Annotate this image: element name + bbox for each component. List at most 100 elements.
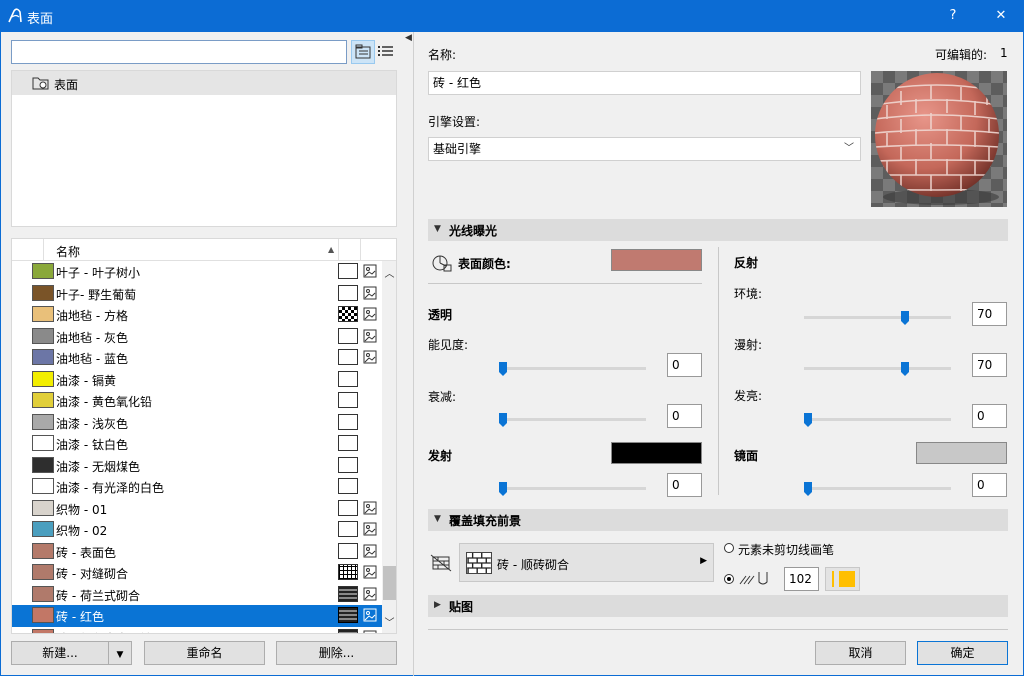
attenuation-input[interactable]: 0 bbox=[667, 404, 702, 428]
delete-button[interactable]: 删除... bbox=[276, 641, 397, 665]
texture-image-icon bbox=[363, 565, 377, 579]
list-item[interactable]: 油地毡 - 方格 bbox=[12, 304, 382, 326]
search-input[interactable] bbox=[11, 40, 347, 64]
surface-name-field[interactable]: 砖 - 红色 bbox=[428, 71, 861, 95]
column-separator bbox=[360, 239, 361, 261]
list-item-name: 叶子- 野生葡萄 bbox=[56, 287, 137, 302]
emission-slider[interactable] bbox=[499, 487, 646, 490]
ambient-input[interactable]: 70 bbox=[972, 302, 1007, 326]
shine-label: 发亮: bbox=[734, 389, 763, 403]
shine-slider[interactable] bbox=[804, 418, 951, 421]
texture-image-icon bbox=[363, 350, 377, 364]
section-fill-header[interactable]: ▼ 覆盖填充前景 bbox=[428, 509, 1008, 531]
radio-uncut-pen-label: 元素未剪切线画笔 bbox=[738, 543, 835, 557]
rename-button[interactable]: 重命名 bbox=[144, 641, 265, 665]
surface-color-picker-icon[interactable] bbox=[431, 253, 453, 273]
visibility-slider-thumb[interactable] bbox=[499, 362, 507, 376]
scroll-up-icon[interactable]: ︿ bbox=[382, 265, 396, 280]
section-texture-header[interactable]: ▶ 贴图 bbox=[428, 595, 1008, 617]
list-item[interactable]: 油漆 - 浅灰色 bbox=[12, 412, 382, 434]
list-view-button[interactable] bbox=[375, 40, 399, 64]
emission-slider-thumb[interactable] bbox=[499, 482, 507, 496]
specular-input[interactable]: 0 bbox=[972, 473, 1007, 497]
list-item[interactable]: 油漆 - 无烟煤色 bbox=[12, 455, 382, 477]
emission-input[interactable]: 0 bbox=[667, 473, 702, 497]
close-button[interactable]: ✕ bbox=[978, 0, 1024, 32]
help-button[interactable]: ? bbox=[930, 0, 976, 32]
section-light-header[interactable]: ▼ 光线曝光 bbox=[428, 219, 1008, 241]
new-button[interactable]: 新建... bbox=[11, 641, 109, 665]
tree-item-root[interactable]: 表面 bbox=[12, 71, 396, 95]
column-separator bbox=[43, 239, 44, 261]
folder-view-icon bbox=[355, 44, 371, 59]
list-item-name: 砖 - 对缝砌合 bbox=[56, 567, 128, 581]
shine-slider-thumb[interactable] bbox=[804, 413, 812, 427]
name-label: 名称: bbox=[428, 48, 457, 62]
fill-pattern-icon bbox=[338, 349, 358, 365]
color-swatch bbox=[32, 478, 54, 494]
color-swatch bbox=[32, 435, 54, 451]
color-swatch bbox=[32, 585, 54, 602]
ambient-slider-thumb[interactable] bbox=[901, 311, 910, 325]
attenuation-slider-thumb[interactable] bbox=[499, 413, 507, 427]
brick-sphere-preview bbox=[871, 71, 1007, 207]
expand-down-icon: ▼ bbox=[434, 224, 441, 234]
diffuse-input[interactable]: 70 bbox=[972, 353, 1007, 377]
list-item[interactable]: 砖 - 对缝砌合 bbox=[12, 562, 382, 584]
ok-button[interactable]: 确定 bbox=[917, 641, 1008, 665]
list-item[interactable]: 砖 - 红色大宽砌缝 bbox=[12, 627, 382, 634]
list-item[interactable]: 油地毡 - 灰色 bbox=[12, 326, 382, 348]
diffuse-slider[interactable] bbox=[804, 367, 951, 370]
editable-count: 1 bbox=[1000, 46, 1008, 60]
list-item[interactable]: 砖 - 红色 bbox=[12, 605, 382, 627]
list-item[interactable]: 砖 - 表面色 bbox=[12, 541, 382, 563]
surface-color-label: 表面颜色: bbox=[458, 257, 511, 271]
cancel-button[interactable]: 取消 bbox=[815, 641, 906, 665]
list-item[interactable]: 油漆 - 有光泽的白色 bbox=[12, 476, 382, 498]
texture-image-icon bbox=[363, 587, 377, 600]
scroll-thumb[interactable] bbox=[383, 566, 396, 600]
list-item[interactable]: 油地毡 - 蓝色 bbox=[12, 347, 382, 369]
list-item-name: 油漆 - 黄色氧化铅 bbox=[56, 395, 152, 409]
folder-view-button[interactable] bbox=[351, 40, 375, 64]
list-item[interactable]: 油漆 - 镉黄 bbox=[12, 369, 382, 391]
ambient-slider[interactable] bbox=[804, 316, 951, 319]
list-item[interactable]: 织物 - 02 bbox=[12, 519, 382, 541]
color-swatch bbox=[32, 456, 54, 473]
radio-pen-custom[interactable] bbox=[724, 574, 734, 584]
chevron-right-icon: ▶ bbox=[700, 556, 707, 566]
diffuse-slider-thumb[interactable] bbox=[901, 362, 910, 376]
emission-color-swatch[interactable] bbox=[611, 442, 702, 464]
engine-select-value: 基础引擎 bbox=[433, 142, 482, 156]
cover-fill-select[interactable]: 砖 - 顺砖砌合 ▶ bbox=[459, 543, 714, 582]
specular-slider[interactable] bbox=[804, 487, 951, 490]
list-item[interactable]: 砖 - 荷兰式砌合 bbox=[12, 584, 382, 606]
scroll-down-icon[interactable]: ﹀ bbox=[382, 614, 396, 629]
radio-uncut-pen[interactable] bbox=[724, 543, 734, 553]
surface-color-swatch[interactable] bbox=[611, 249, 702, 271]
collapse-panel-icon[interactable]: ◀ bbox=[405, 33, 412, 43]
visibility-slider[interactable] bbox=[499, 367, 646, 370]
list-item-name: 砖 - 红色大宽砌缝 bbox=[56, 630, 152, 634]
pen-color-button[interactable] bbox=[825, 567, 860, 591]
list-item-name: 油漆 - 有光泽的白色 bbox=[56, 481, 164, 495]
new-dropdown-button[interactable]: ▼ bbox=[108, 641, 132, 665]
list-scrollbar[interactable]: ︿ ﹀ bbox=[382, 261, 396, 633]
engine-select[interactable]: 基础引擎 ﹀ bbox=[428, 137, 861, 161]
texture-image-icon bbox=[363, 501, 377, 514]
pen-number-input[interactable]: 102 bbox=[784, 567, 819, 591]
list-item[interactable]: 油漆 - 黄色氧化铅 bbox=[12, 390, 382, 412]
list-item[interactable]: 织物 - 01 bbox=[12, 498, 382, 520]
shine-input[interactable]: 0 bbox=[972, 404, 1007, 428]
list-item[interactable]: 叶子 - 叶子树小 bbox=[12, 261, 382, 283]
specular-slider-thumb[interactable] bbox=[804, 482, 812, 496]
color-swatch bbox=[32, 392, 54, 408]
visibility-input[interactable]: 0 bbox=[667, 353, 702, 377]
list-item-name: 叶子 - 叶子树小 bbox=[56, 266, 140, 280]
column-header-name[interactable]: 名称 bbox=[56, 243, 80, 260]
specular-color-swatch[interactable] bbox=[916, 442, 1007, 464]
list-item[interactable]: 油漆 - 钛白色 bbox=[12, 433, 382, 455]
fill-pattern-icon bbox=[338, 284, 358, 301]
attenuation-slider[interactable] bbox=[499, 418, 646, 421]
list-item[interactable]: 叶子- 野生葡萄 bbox=[12, 283, 382, 305]
